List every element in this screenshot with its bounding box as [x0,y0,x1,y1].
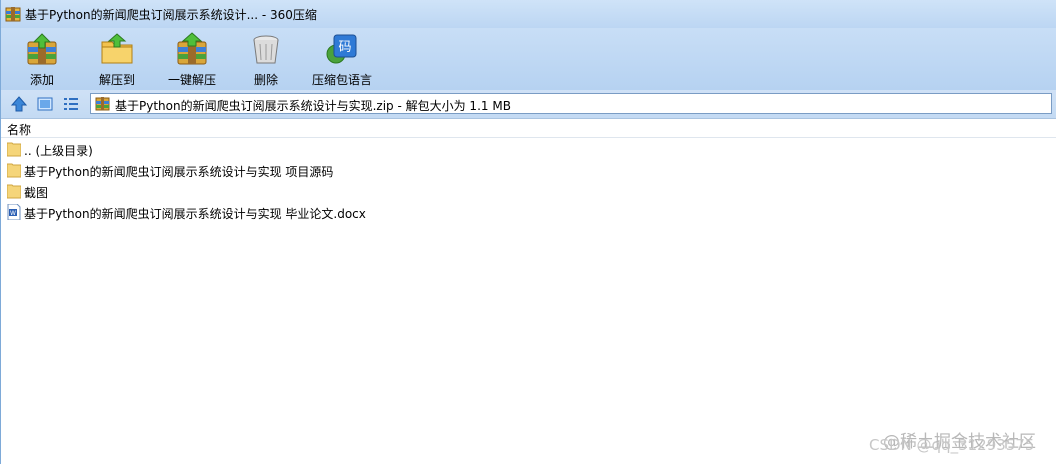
extract-to-label: 解压到 [98,73,135,87]
thumbnail-view-icon[interactable] [36,95,54,113]
folder-icon [7,184,21,199]
archive-language-button[interactable]: 码 压缩包语言 [307,30,377,88]
name-column-header[interactable]: 名称 [1,119,1056,138]
watermark-csdn: CSDN @qq_31293575 [869,436,1035,454]
one-click-extract-label: 一键解压 [167,73,216,87]
delete-trash-icon [253,35,279,64]
one-click-extract-icon [177,32,207,65]
folder-icon [7,142,21,157]
delete-button[interactable]: 删除 [245,30,287,88]
list-item-source-folder[interactable]: 基于Python的新闻爬虫订阅展示系统设计与实现 项目源码 [1,160,1056,180]
title-bar[interactable]: 基于Python的新闻爬虫订阅展示系统设计... - 360压缩 [1,0,1056,28]
file-name: 截图 [24,186,49,200]
folder-icon [7,163,21,178]
file-name: 基于Python的新闻爬虫订阅展示系统设计与实现 项目源码 [24,165,334,179]
add-label: 添加 [29,73,54,87]
toolbar: 添加 解压到 一键解压 删除 码 压缩包语言 [1,28,1056,90]
up-level-icon[interactable] [10,95,28,113]
list-item-parent-dir[interactable]: .. (上级目录) [1,139,1056,159]
file-name: .. (上级目录) [24,144,93,158]
archive-language-icon: 码 [326,34,357,64]
list-item-screenshots-folder[interactable]: 截图 [1,181,1056,201]
extract-to-icon [101,33,133,64]
svg-text:W: W [10,210,16,217]
archive-language-label: 压缩包语言 [311,73,372,87]
name-column-label: 名称 [7,123,32,137]
list-view-icon[interactable] [62,95,80,113]
zip-file-icon [95,97,110,111]
file-name: 基于Python的新闻爬虫订阅展示系统设计与实现 毕业论文.docx [24,207,366,221]
extract-to-button[interactable]: 解压到 [89,30,145,88]
one-click-extract-button[interactable]: 一键解压 [163,30,221,88]
add-button[interactable]: 添加 [15,30,69,88]
language-badge-text: 码 [338,40,351,55]
delete-label: 删除 [253,73,278,87]
add-archive-icon [27,33,57,65]
word-document-icon: W [7,204,21,220]
address-field[interactable]: 基于Python的新闻爬虫订阅展示系统设计与实现.zip - 解包大小为 1.1… [90,93,1052,114]
archive-path: 基于Python的新闻爬虫订阅展示系统设计与实现.zip - 解包大小为 1.1… [115,99,511,113]
archive-window: 基于Python的新闻爬虫订阅展示系统设计... - 360压缩 添加 解压到 [0,0,1056,464]
address-bar: 基于Python的新闻爬虫订阅展示系统设计与实现.zip - 解包大小为 1.1… [1,90,1056,119]
zip-app-icon [5,7,21,22]
window-title: 基于Python的新闻爬虫订阅展示系统设计... - 360压缩 [25,8,317,22]
list-item-thesis-docx[interactable]: W 基于Python的新闻爬虫订阅展示系统设计与实现 毕业论文.docx [1,202,1056,222]
file-list: 名称 .. (上级目录) 基于Python的新闻爬虫订阅展示系统设计与实现 项目… [1,119,1056,464]
